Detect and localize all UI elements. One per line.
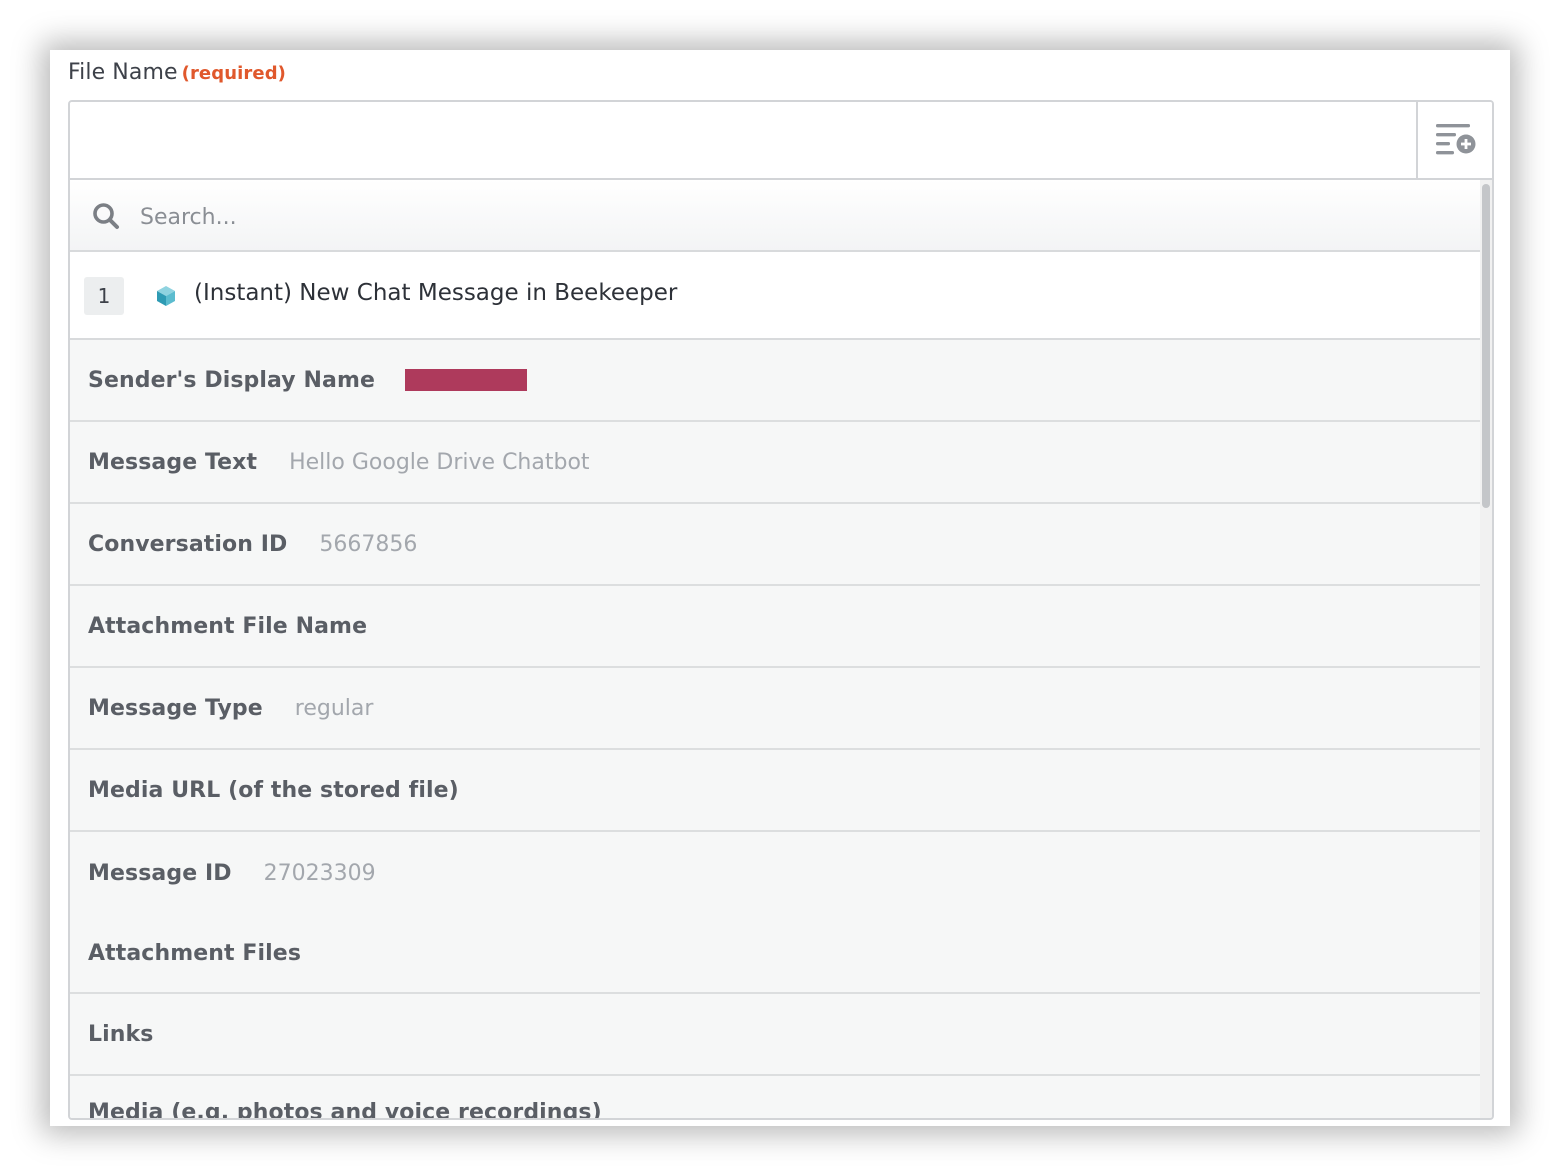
field-option-value: regular: [294, 695, 374, 721]
field-option[interactable]: Sender's Display Name: [70, 340, 1482, 422]
file-name-input[interactable]: [70, 102, 1420, 180]
search-input[interactable]: [138, 194, 942, 240]
insert-field-icon: [1436, 124, 1476, 155]
required-indicator: (required): [181, 63, 287, 84]
field-option-label: Attachment Files: [88, 940, 302, 966]
redacted-value: [405, 369, 527, 391]
field-option-value: Hello Google Drive Chatbot: [289, 449, 590, 475]
field-option-label: Media URL (of the stored file): [88, 777, 459, 803]
field-option[interactable]: Message Type regular: [70, 668, 1482, 750]
field-option-label: Message ID: [88, 860, 232, 886]
file-name-label-text: File Name: [68, 60, 178, 85]
field-option-label: Sender's Display Name: [88, 367, 375, 393]
field-option-label: Message Text: [88, 449, 258, 475]
step-title: (Instant) New Chat Message in Beekeeper: [194, 280, 678, 306]
file-name-label: File Name (required): [68, 60, 286, 85]
search-icon: [93, 203, 119, 229]
field-option-label: Media (e.g. photos and voice recordings): [88, 1100, 602, 1120]
field-option-label: Links: [88, 1021, 154, 1047]
field-option-value: 5667856: [319, 531, 418, 557]
scrollbar-thumb[interactable]: [1482, 184, 1490, 508]
field-option-label: Message Type: [88, 695, 263, 721]
file-name-input-row: [70, 102, 1492, 180]
dropdown-scrollbar[interactable]: [1480, 180, 1492, 1118]
field-option[interactable]: Attachment Files: [70, 914, 1482, 994]
field-option[interactable]: Message ID 27023309: [70, 832, 1482, 914]
beekeeper-app-icon: [157, 286, 175, 306]
field-option[interactable]: Media URL (of the stored file): [70, 750, 1482, 832]
step-number-badge: 1: [84, 277, 124, 315]
search-bar: [70, 180, 1482, 252]
insert-data-dropdown: 1 (Instant) New Chat Message in Beekeepe…: [70, 180, 1482, 1120]
insert-data-button[interactable]: [1416, 102, 1492, 178]
step-header[interactable]: 1 (Instant) New Chat Message in Beekeepe…: [70, 252, 1482, 340]
field-option-label: Conversation ID: [88, 531, 288, 557]
field-option-label: Attachment File Name: [88, 613, 368, 639]
field-option[interactable]: Message Text Hello Google Drive Chatbot: [70, 422, 1482, 504]
field-option[interactable]: Attachment File Name: [70, 586, 1482, 668]
field-option[interactable]: Conversation ID 5667856: [70, 504, 1482, 586]
file-name-field: 1 (Instant) New Chat Message in Beekeepe…: [68, 100, 1494, 1120]
field-option[interactable]: Links: [70, 994, 1482, 1076]
field-option[interactable]: Media (e.g. photos and voice recordings): [70, 1076, 1482, 1120]
field-option-value: 27023309: [263, 860, 376, 886]
field-panel: File Name (required) Search... 1 (Instan…: [50, 50, 1510, 1126]
